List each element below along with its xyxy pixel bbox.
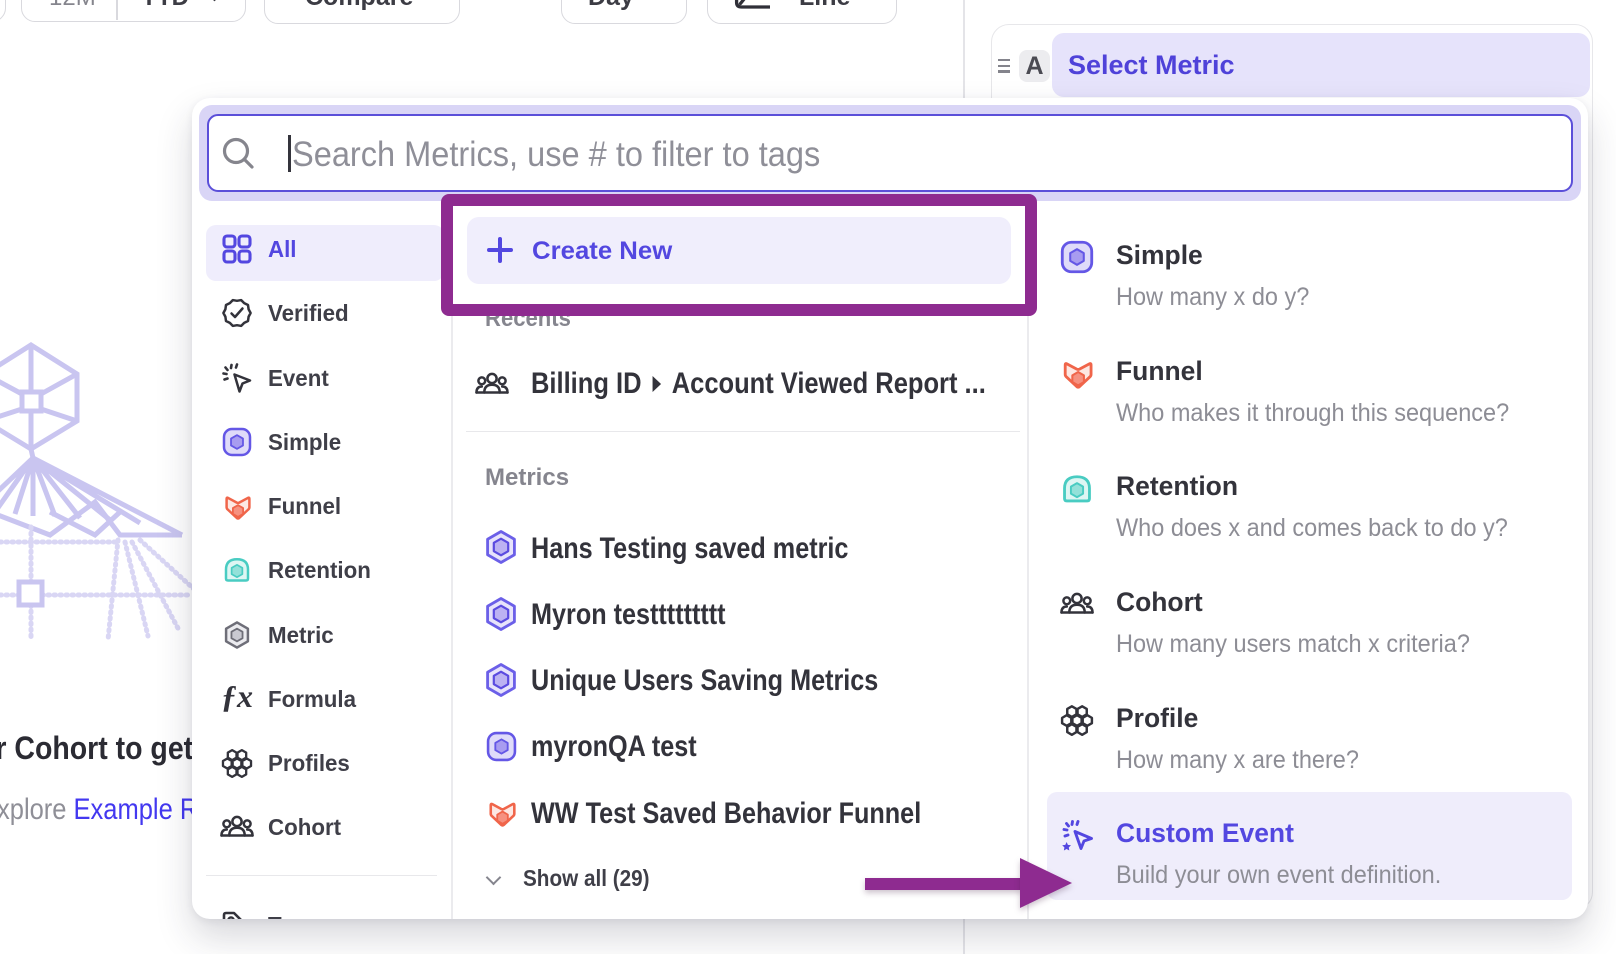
svg-text:ƒx: ƒx (221, 683, 253, 714)
